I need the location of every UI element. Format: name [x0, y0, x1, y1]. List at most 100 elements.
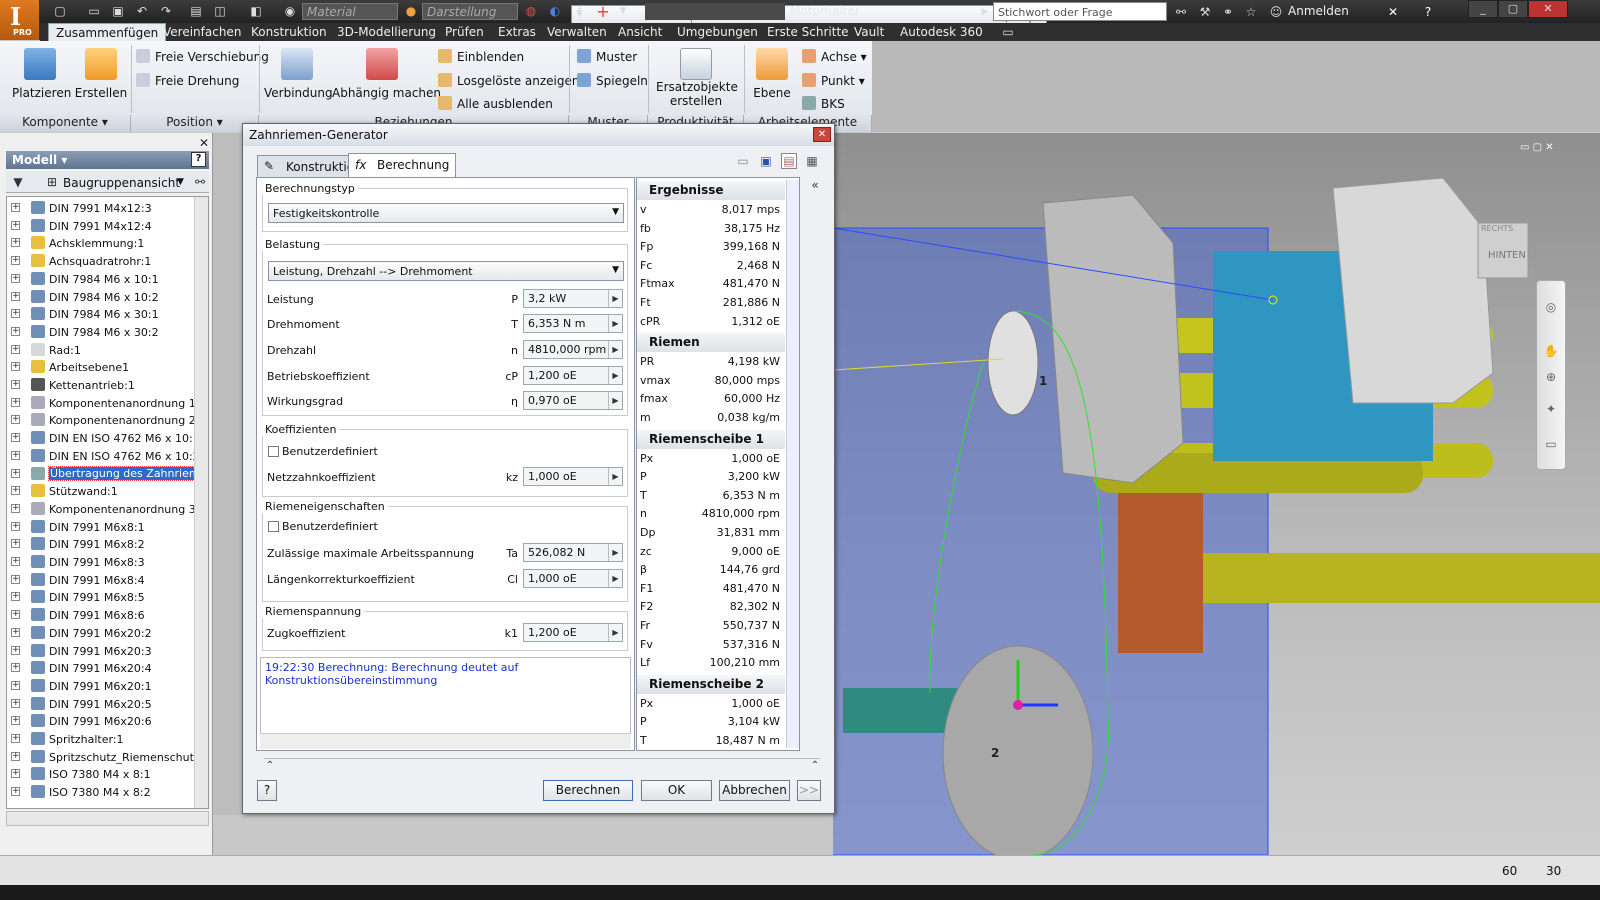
expand-icon[interactable]: + [11, 291, 20, 301]
chevron-right-icon[interactable]: ▶ [608, 624, 622, 641]
ribbon-minimize-icon[interactable]: ▭ [1000, 24, 1016, 40]
tab-verwalten[interactable]: Verwalten [540, 23, 614, 41]
minimize-button[interactable]: _ [1468, 0, 1498, 18]
help-icon[interactable]: ? [1420, 4, 1436, 20]
expand-icon[interactable]: + [11, 256, 20, 266]
tree-item[interactable]: + DIN EN ISO 4762 M6 x 10:1 [7, 429, 200, 447]
star-icon[interactable]: ☆ [1243, 4, 1259, 20]
zug-input[interactable]: 1,200 oE ▶ [523, 623, 623, 642]
results-scrollbar[interactable] [786, 180, 799, 748]
expand-icon[interactable]: + [11, 503, 20, 513]
close-window-button[interactable]: ✕ [1528, 0, 1568, 18]
tab-berechnung-dialog[interactable]: fx Berechnung [348, 153, 457, 178]
expand-icon[interactable]: + [11, 380, 20, 389]
save-file-icon[interactable]: ▣ [758, 153, 774, 169]
tree-item[interactable]: + Rad:1 [7, 341, 197, 359]
expand-icon[interactable]: + [11, 397, 20, 407]
tree-item[interactable]: + ISO 7380 M4 x 8:2 [7, 783, 197, 801]
tab-umgebungen[interactable]: Umgebungen [670, 23, 765, 41]
tab-erste-schritte[interactable]: Erste Schritte [760, 23, 856, 41]
expand-icon[interactable]: + [11, 309, 20, 319]
chevron-right-icon[interactable]: ▶ [608, 544, 622, 561]
browser-horizontal-scrollbar[interactable] [6, 811, 209, 826]
view-cube-face-2[interactable]: HINTEN [1488, 250, 1526, 261]
adjust-icon[interactable]: ◐ [547, 3, 563, 19]
tree-item[interactable]: + DIN 7991 M6x20:1 [7, 677, 197, 695]
sign-in-link[interactable]: Anmelden [1288, 4, 1349, 18]
expand-icon[interactable]: + [11, 344, 20, 354]
expand-icon[interactable]: + [11, 680, 20, 690]
app-menu-button[interactable]: I PRO [0, 0, 40, 40]
tree-item[interactable]: + DIN 7991 M6x20:5 [7, 695, 197, 713]
tree-item[interactable]: + DIN 7991 M4x12:4 [7, 217, 197, 235]
mirror-button[interactable]: Spiegeln [577, 73, 648, 88]
browser-close-icon[interactable]: ✕ [196, 135, 212, 151]
tree-item[interactable]: + Kettenantrieb:1 [7, 376, 197, 394]
tree-item[interactable]: + Komponentenanordnung 3:1 [7, 500, 206, 518]
tab-vault[interactable]: Vault [847, 23, 891, 41]
appearance-dropdown[interactable]: Darstellung ▼ [422, 3, 1047, 25]
expand-icon[interactable]: + [11, 610, 20, 620]
update-icon[interactable]: ◫ [212, 3, 228, 19]
binoculars-icon[interactable]: ⚯ [1173, 4, 1189, 20]
expand-icon[interactable]: + [11, 627, 20, 637]
tree-item[interactable]: + Übertragung des Zahnriemens [7, 465, 208, 483]
filter-icon[interactable]: ▼ [10, 174, 26, 190]
chevron-down-icon[interactable]: ▼ [177, 177, 184, 187]
add-icon[interactable]: + [595, 2, 611, 21]
chevron-right-icon[interactable]: ▶ [608, 315, 622, 332]
options-icon[interactable]: ▦ [804, 153, 820, 169]
return-icon[interactable]: ▤ [188, 3, 204, 19]
tree-item[interactable]: + DIN 7991 M6x8:3 [7, 553, 197, 571]
tree-item[interactable]: + Spritzschutz_Riemenschutz [7, 748, 200, 766]
search-input[interactable]: Stichwort oder Frage eingeben [993, 2, 1167, 32]
field-input[interactable]: 6,353 N m ▶ [523, 314, 623, 333]
chevron-right-icon[interactable]: ▶ [608, 468, 622, 485]
tree-item[interactable]: + DIN 7991 M6x20:2 [7, 624, 197, 642]
expand-icon[interactable]: + [11, 203, 20, 212]
tree-item[interactable]: + Komponentenanordnung 2:1 [7, 411, 206, 429]
expand-icon[interactable]: + [11, 592, 20, 602]
expand-icon[interactable]: + [11, 468, 20, 478]
tree-item[interactable]: + DIN 7991 M6x8:6 [7, 606, 197, 624]
tab-3d-modellierung[interactable]: 3D-Modellierung [330, 23, 443, 41]
tab-pruefen[interactable]: Prüfen [438, 23, 491, 41]
tab-ansicht[interactable]: Ansicht [611, 23, 669, 41]
maximize-button[interactable]: ▢ [1498, 0, 1528, 18]
expand-icon[interactable]: + [11, 574, 20, 584]
tab-zusammenfuegen[interactable]: Zusammenfügen [48, 23, 167, 41]
constrain-button[interactable]: Abhängig machen [332, 48, 441, 100]
ok-button[interactable]: OK [641, 780, 712, 801]
joint-button[interactable]: Verbindung [264, 48, 333, 100]
clear-appearance-icon[interactable]: ◍ [523, 3, 539, 19]
expand-up-icon-right[interactable]: ⌃ [807, 757, 823, 773]
find-icon[interactable]: ⚯ [192, 174, 208, 190]
tab-vereinfachen[interactable]: Vereinfachen [156, 23, 248, 41]
material-dropdown[interactable]: Material ▼ [302, 3, 927, 25]
cancel-button[interactable]: Abbrechen [719, 780, 790, 801]
expand-icon[interactable]: + [11, 220, 20, 230]
expand-icon[interactable]: + [11, 769, 20, 779]
more-button[interactable]: >> [797, 780, 821, 801]
tree-item[interactable]: + DIN 7991 M6x20:6 [7, 712, 197, 730]
custom-coef-checkbox[interactable]: Benutzerdefiniert [268, 445, 378, 458]
orbit-icon[interactable]: ✦ [1543, 401, 1559, 417]
tree-item[interactable]: + Achsklemmung:1 [7, 234, 197, 252]
new-file-icon[interactable]: ▢ [52, 3, 68, 19]
tree-item[interactable]: + DIN 7991 M6x8:2 [7, 535, 197, 553]
expand-icon[interactable]: + [11, 787, 20, 797]
netz-input[interactable]: 1,000 oE ▶ [523, 467, 623, 486]
expand-icon[interactable]: + [11, 698, 20, 708]
tension-max-input[interactable]: 526,082 N ▶ [523, 543, 623, 562]
chevron-right-icon[interactable]: ▶ [608, 341, 622, 358]
free-move-button[interactable]: Freie Verschiebung [136, 49, 269, 64]
chevron-right-icon[interactable]: ▶ [608, 290, 622, 307]
expand-icon[interactable]: + [11, 450, 20, 460]
navigation-bar[interactable]: ◎ ✋ ⊕ ✦ ▭ [1536, 280, 1566, 470]
expand-icon[interactable]: + [11, 645, 20, 655]
open-folder-icon[interactable]: ▭ [86, 3, 102, 19]
place-button[interactable]: Platzieren [12, 48, 71, 100]
group-position[interactable]: Position ▾ [131, 115, 259, 132]
tree-item[interactable]: + Stützwand:1 [7, 482, 197, 500]
steering-wheel-icon[interactable]: ◎ [1543, 299, 1559, 315]
